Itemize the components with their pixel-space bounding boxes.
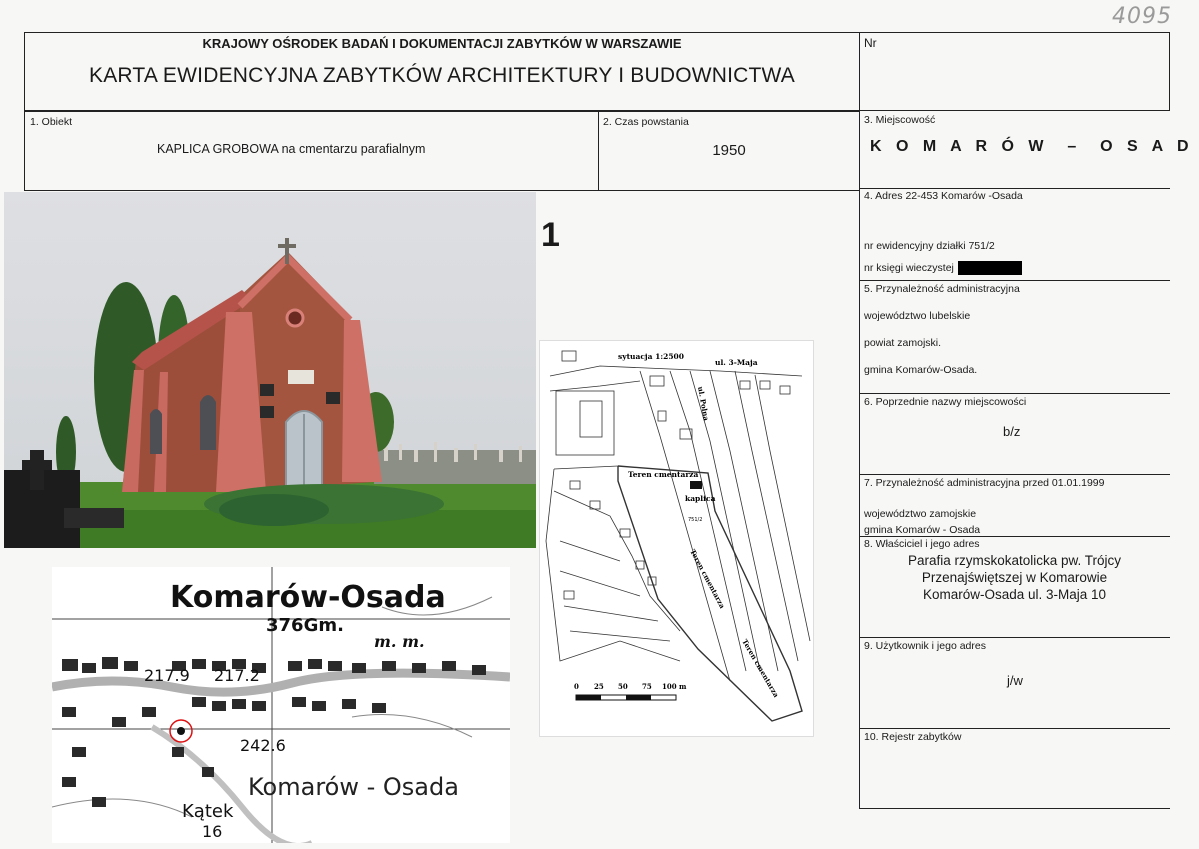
topo-16: 16: [202, 822, 222, 841]
dzialka-number: nr ewidencyjny działki 751/2: [864, 240, 995, 252]
rejestr-label: 10. Rejestr zabytków: [864, 731, 962, 743]
wojewodztwo: województwo lubelskie: [864, 310, 971, 322]
adres-label: 4. Adres 22-453 Komarów -Osada: [864, 190, 1023, 202]
miejscowosc-label: 3. Miejscowość: [864, 114, 936, 126]
chapel-label: kaplica: [685, 494, 716, 503]
wlasciciel-line-3: Komarów-Osada ul. 3-Maja 10: [922, 587, 1107, 602]
card-title: KARTA EWIDENCYJNA ZABYTKÓW ARCHITEKTURY …: [88, 64, 795, 87]
topo-mm: m. m.: [374, 632, 425, 651]
uzytkownik-label: 9. Użytkownik i jego adres: [864, 640, 986, 652]
scale-50: 50: [618, 682, 628, 691]
topo-height-242-6: 242.6: [240, 736, 286, 755]
topo-name-bottom: Komarów - Osada: [248, 773, 459, 801]
situation-map: sytuacja 1:2500 ul. 3-Maja ul. Polna Ter…: [539, 340, 814, 737]
przed1999-wojewodztwo: województwo zamojskie: [864, 508, 977, 520]
uzytkownik-value: j/w: [1007, 673, 1023, 688]
rule: [859, 393, 1170, 394]
przed1999-gmina: gmina Komarów - Osada: [864, 524, 981, 536]
institution-name: KRAJOWY OŚRODEK BADAŃ I DOKUMENTACJI ZAB…: [202, 36, 682, 51]
wlasciciel-line-1: Parafia rzymskokatolicka pw. Trójcy: [907, 553, 1122, 568]
scale-75: 75: [642, 682, 652, 691]
czas-value: 1950: [712, 142, 746, 159]
poprzednie-label: 6. Poprzednie nazwy miejscowości: [864, 396, 1027, 408]
wlasciciel-line-2: Przenajświętszej w Komarowie: [921, 570, 1108, 585]
wlasciciel-label: 8. Właściciel i jego adres: [864, 538, 980, 550]
rule: [859, 536, 1170, 537]
cemetery-label-2: Teren cmentarza: [688, 548, 727, 611]
topo-name-top: Komarów-Osada: [170, 580, 446, 615]
gmina: gmina Komarów-Osada.: [864, 364, 978, 376]
nr-label: Nr: [864, 36, 877, 50]
cemetery-label-3: Teren cmentarza: [740, 638, 781, 700]
scale-bar: 0 25 50 75 100 m: [574, 682, 687, 701]
rule: [859, 474, 1170, 475]
scale-0: 0: [574, 682, 579, 691]
topo-katek: Kątek: [182, 801, 234, 822]
rule: [859, 728, 1170, 729]
redaction-bar: [957, 261, 1022, 275]
przed1999-label: 7. Przynależność administracyjna przed 0…: [864, 477, 1105, 489]
chapel-photo: [4, 192, 536, 548]
topo-elevation-376: 376Gm.: [266, 615, 344, 636]
przynaleznosc-label: 5. Przynależność administracyjna: [864, 283, 1020, 295]
czas-label: 2. Czas powstania: [603, 116, 689, 128]
nr-box: [859, 32, 1170, 111]
parcel-label: 751/2: [688, 517, 702, 523]
obiekt-value: KAPLICA GROBOWA na cmentarzu parafialnym: [157, 142, 426, 156]
powiat: powiat zamojski.: [864, 337, 942, 349]
situation-title: sytuacja 1:2500: [618, 352, 684, 361]
poprzednie-value: b/z: [1003, 424, 1021, 439]
topographic-map: Komarów-Osada 376Gm. m. m. 217.9 217.2 2…: [52, 567, 510, 843]
street-3-maja: ul. 3-Maja: [715, 358, 758, 367]
miejscowosc-value: K O M A R Ó W – O S A D A: [870, 138, 1199, 155]
corner-handwritten-number: 4095: [1112, 4, 1172, 29]
wlasciciel-value: Parafia rzymskokatolicka pw. Trójcy Prze…: [859, 552, 1170, 603]
rule: [859, 637, 1170, 638]
street-polna: ul. Polna: [696, 386, 711, 422]
plate-number: 1: [541, 216, 560, 254]
obiekt-label: 1. Obiekt: [30, 116, 73, 128]
ksiega-label: nr księgi wieczystej: [864, 261, 954, 274]
scale-25: 25: [594, 682, 604, 691]
topo-height-217-9: 217.9: [144, 666, 190, 685]
cemetery-label: Teren cmentarza: [628, 470, 699, 479]
scale-100m: 100 m: [662, 682, 687, 691]
rule: [859, 280, 1170, 281]
rule: [859, 808, 1170, 809]
rule: [859, 188, 1170, 189]
ksiega-row: nr księgi wieczystej: [864, 261, 1022, 275]
topo-height-217-2: 217.2: [214, 666, 260, 685]
right-column-line: [859, 111, 860, 808]
